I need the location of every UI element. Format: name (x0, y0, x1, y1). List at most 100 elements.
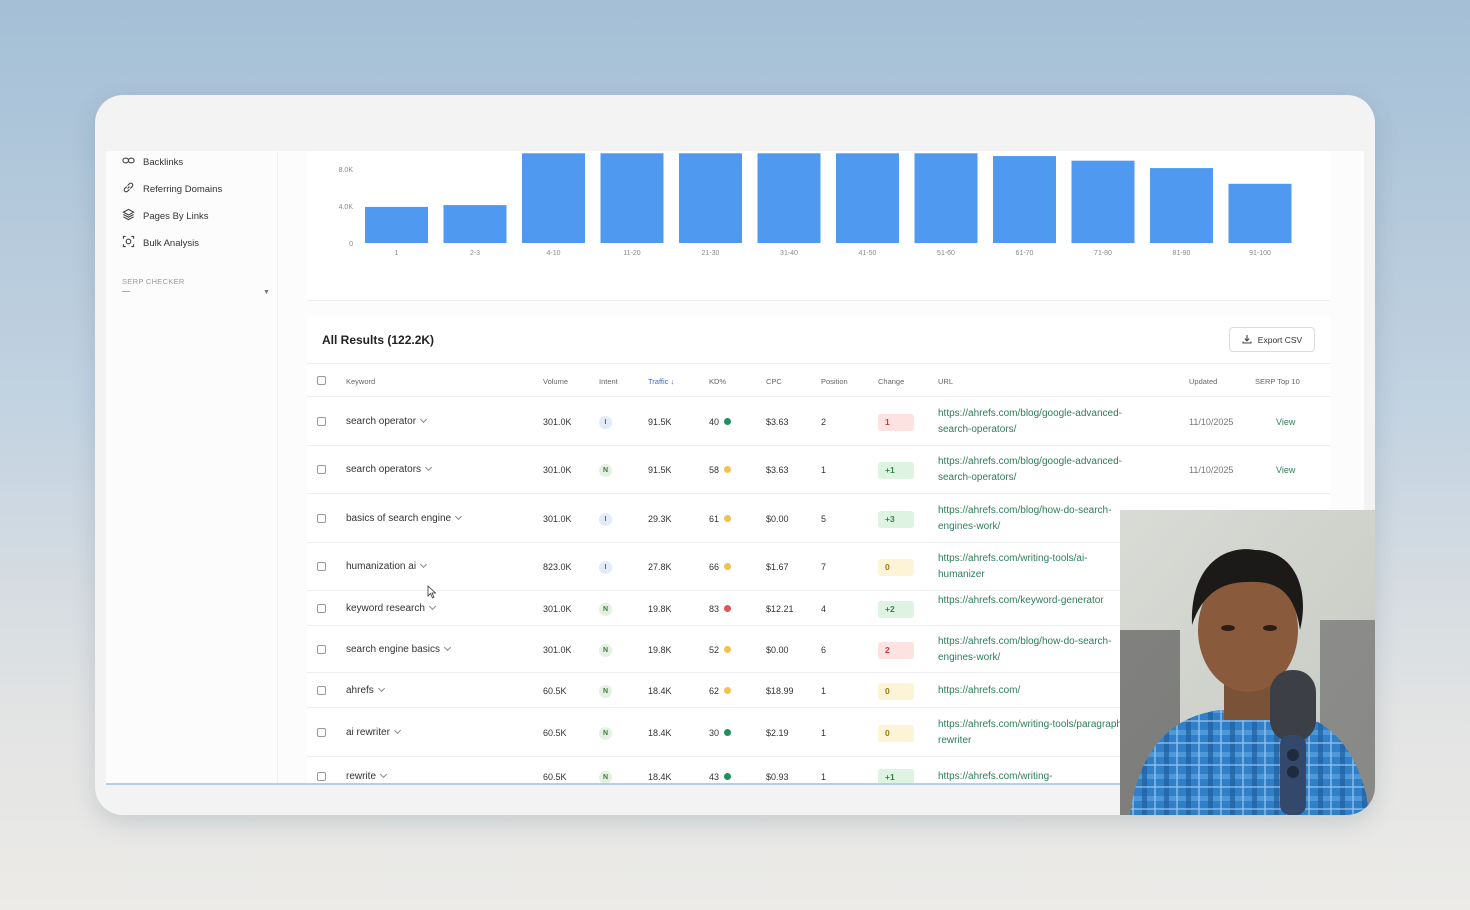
bar-1[interactable] (365, 206, 428, 243)
keyword-cell[interactable]: ai rewriter (346, 726, 401, 738)
chevron-down-icon[interactable]: ▼ (263, 289, 270, 296)
volume-cell: 301.0K (543, 465, 572, 475)
col-traffic[interactable]: Traffic ↓ (648, 377, 674, 386)
sidebar-item-referring-domains[interactable]: Referring Domains (122, 180, 222, 198)
chevron-down-icon[interactable] (377, 684, 385, 692)
chevron-down-icon[interactable] (393, 726, 401, 734)
row-checkbox[interactable] (317, 727, 326, 737)
bar-41-50[interactable] (836, 153, 899, 243)
sidebar-item-label: Pages By Links (143, 210, 209, 222)
url-link[interactable]: https://ahrefs.com/writing-tools/paragra… (938, 717, 1128, 749)
kd-cell: 40 (709, 417, 732, 427)
chevron-down-icon[interactable] (420, 560, 428, 569)
intent-badge: N (599, 464, 612, 477)
keyword-cell[interactable]: ahrefs (346, 684, 385, 696)
table-row[interactable]: search operators 301.0K N 91.5K 58 $3.63… (307, 446, 1330, 494)
change-badge: 1 (878, 413, 914, 431)
url-link[interactable]: https://ahrefs.com/ (938, 683, 1128, 699)
link-icon (122, 154, 135, 170)
col-updated[interactable]: Updated (1189, 377, 1217, 386)
bar-31-40[interactable] (757, 153, 821, 243)
url-link[interactable]: https://ahrefs.com/writing-tools/ai-huma… (938, 551, 1128, 583)
row-checkbox[interactable] (317, 562, 326, 571)
col-cpc[interactable]: CPC (766, 377, 782, 386)
bar-4-10[interactable] (522, 153, 585, 243)
change-badge: 2 (878, 641, 914, 659)
col-serp-top-10[interactable]: SERP Top 10 (1255, 377, 1300, 386)
url-link[interactable]: https://ahrefs.com/writing- (938, 769, 1128, 783)
kd-cell: 52 (709, 645, 732, 655)
keyword-cell[interactable]: search engine basics (346, 643, 451, 655)
keyword-text: search operators (346, 464, 422, 475)
serp-view-link[interactable]: View (1276, 417, 1295, 427)
keyword-cell[interactable]: search operator (346, 415, 428, 427)
chevron-down-icon[interactable] (420, 415, 428, 423)
y-tick-label: 8.0K (339, 167, 354, 174)
chevron-down-icon[interactable] (443, 643, 451, 651)
col-position[interactable]: Position (821, 377, 848, 386)
keyword-cell[interactable]: search operators (346, 463, 433, 475)
chevron-down-icon[interactable] (379, 770, 388, 779)
position-distribution-chart: 0 4.0K 8.0K 1 2-3 4-10 11-20 21-30 31-40 41-50 51-… (307, 151, 1330, 301)
export-csv-button[interactable]: Export CSV (1229, 327, 1315, 352)
row-checkbox[interactable] (317, 603, 326, 613)
keyword-cell[interactable]: rewrite (346, 770, 388, 782)
position-cell: 1 (821, 772, 827, 782)
col-volume[interactable]: Volume (543, 377, 568, 386)
chevron-down-icon[interactable] (425, 463, 433, 472)
bar-2-3[interactable] (443, 205, 507, 243)
bar-61-70[interactable] (993, 156, 1056, 243)
keyword-text: keyword research (346, 602, 425, 614)
url-link[interactable]: https://ahrefs.com/blog/how-do-search-en… (938, 634, 1128, 666)
bar-51-60[interactable] (914, 153, 978, 243)
keyword-text: search operator (346, 415, 417, 427)
col-keyword[interactable]: Keyword (346, 377, 375, 386)
bar-81-90[interactable] (1150, 168, 1213, 243)
kd-value: 66 (709, 562, 720, 572)
bar-71-80[interactable] (1071, 160, 1135, 243)
bar-11-20[interactable] (600, 153, 664, 243)
col-intent[interactable]: Intent (599, 377, 618, 386)
row-checkbox[interactable] (317, 416, 326, 426)
volume-cell: 301.0K (543, 513, 572, 524)
cpc-cell: $0.00 (766, 513, 789, 524)
kd-cell: 61 (709, 514, 732, 524)
kd-value: 83 (709, 603, 720, 614)
volume-cell: 60.5K (543, 685, 567, 696)
table-header: Keyword Volume Intent Traffic ↓ KD% CPC … (307, 363, 1330, 397)
traffic-cell: 19.8K (648, 644, 672, 655)
url-link[interactable]: https://ahrefs.com/blog/how-do-search-en… (938, 503, 1128, 535)
sidebar-item-bulk-analysis[interactable]: Bulk Analysis (122, 234, 199, 252)
sidebar-item-backlinks[interactable]: Backlinks (122, 153, 183, 171)
col-change[interactable]: Change (878, 377, 904, 386)
mouse-cursor-icon (427, 585, 437, 599)
change-badge: +1 (878, 462, 914, 479)
select-all-checkbox[interactable] (317, 376, 326, 385)
chain-icon (122, 181, 135, 197)
url-link[interactable]: https://ahrefs.com/keyword-generator (938, 593, 1128, 609)
col-url[interactable]: URL (938, 377, 953, 386)
keyword-cell[interactable]: humanization ai (346, 560, 428, 572)
row-checkbox[interactable] (317, 513, 326, 523)
col-kd[interactable]: KD% (709, 377, 726, 386)
row-checkbox[interactable] (317, 465, 326, 474)
keyword-cell[interactable]: keyword research (346, 602, 436, 614)
keyword-text: humanization ai (346, 561, 417, 572)
chevron-down-icon[interactable] (455, 512, 463, 520)
volume-cell: 301.0K (543, 644, 572, 655)
keyword-cell[interactable]: basics of search engine (346, 512, 463, 524)
bar-21-30[interactable] (679, 153, 742, 243)
table-row[interactable]: search operator 301.0K I 91.5K 40 $3.63 … (307, 397, 1330, 446)
cpc-cell: $2.19 (766, 727, 789, 738)
url-link[interactable]: https://ahrefs.com/blog/google-advanced-… (938, 454, 1128, 486)
row-checkbox[interactable] (317, 772, 326, 781)
url-link[interactable]: https://ahrefs.com/blog/google-advanced-… (938, 406, 1128, 438)
row-checkbox[interactable] (317, 685, 326, 695)
x-tick-label: 4-10 (546, 250, 560, 257)
bar-91-100[interactable] (1228, 183, 1292, 243)
sidebar-item-pages-by-links[interactable]: Pages By Links (122, 207, 208, 225)
serp-view-link[interactable]: View (1276, 465, 1295, 475)
row-checkbox[interactable] (317, 644, 326, 654)
chevron-down-icon[interactable] (428, 602, 436, 610)
position-cell: 4 (821, 603, 827, 614)
